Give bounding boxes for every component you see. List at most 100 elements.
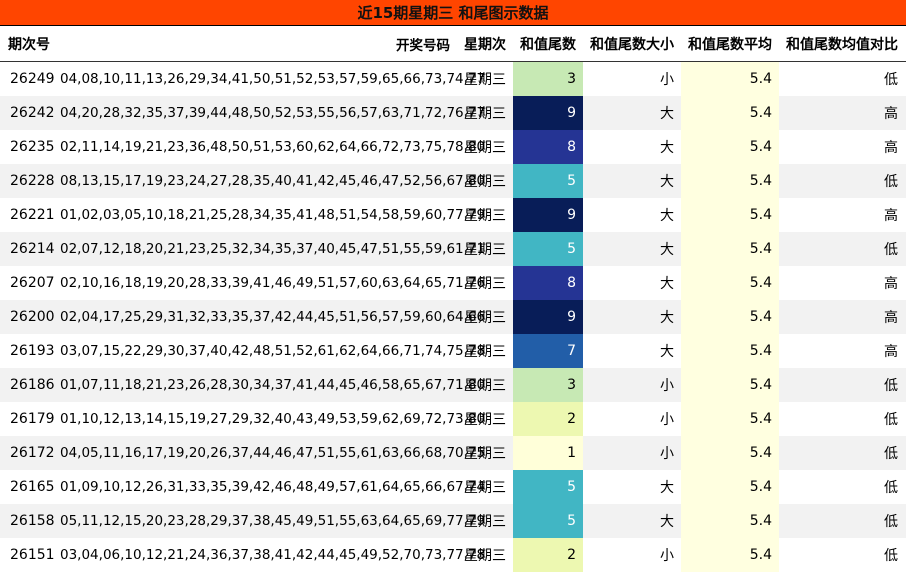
- cell-avg: 5.4: [681, 334, 779, 368]
- cell-numbers: 01,10,12,13,14,15,19,27,29,32,40,43,49,5…: [60, 411, 486, 427]
- table-row: 26207 02,10,16,18,19,20,28,33,39,41,46,49…: [0, 266, 906, 300]
- table-row: 26200 02,04,17,25,29,31,32,33,35,37,42,44…: [0, 300, 906, 334]
- cell-numbers: 04,20,28,32,35,37,39,44,48,50,52,53,55,5…: [60, 96, 485, 130]
- cell-issue: 26249: [10, 71, 55, 87]
- cell-compare: 高: [779, 96, 906, 130]
- cell-size: 大: [583, 300, 681, 334]
- cell-avg: 5.4: [681, 198, 779, 232]
- cell-avg: 5.4: [681, 436, 779, 470]
- cell-size: 大: [583, 164, 681, 198]
- cell-compare: 低: [779, 504, 906, 538]
- header-row: 期次号 开奖号码 星期次 和值尾数 和值尾数大小 和值尾数平均 和值尾数均值对比: [0, 26, 906, 62]
- cell-avg: 5.4: [681, 96, 779, 130]
- table-row: 26249 04,08,10,11,13,26,29,34,41,50,51,52…: [0, 61, 906, 96]
- header-tail: 和值尾数: [513, 26, 583, 62]
- cell-compare: 低: [884, 548, 898, 564]
- cell-tail: 9: [513, 300, 583, 334]
- cell-compare: 低: [779, 164, 906, 198]
- cell-avg: 5.4: [681, 402, 779, 436]
- cell-issue: 26214: [0, 232, 60, 266]
- cell-issue: 26200: [0, 300, 60, 334]
- cell-size: 大: [660, 344, 674, 360]
- table-row: 26221 01,02,03,05,10,18,21,25,28,34,35,41…: [0, 198, 906, 232]
- cell-tail: 5: [513, 164, 583, 198]
- cell-tail: 9: [513, 96, 583, 130]
- cell-compare: 低: [779, 232, 906, 266]
- cell-numbers: 02,04,17,25,29,31,32,33,35,37,42,44,45,5…: [60, 300, 485, 334]
- cell-numbers: 05,11,12,15,20,23,28,29,37,38,45,49,51,5…: [60, 504, 485, 538]
- cell-compare: 高: [779, 300, 906, 334]
- cell-issue: 26186: [0, 368, 60, 402]
- cell-weekday: 星期三: [464, 344, 506, 360]
- cell-compare: 低: [779, 368, 906, 402]
- table-row: 26158 05,11,12,15,20,23,28,29,37,38,45,49…: [0, 504, 906, 538]
- cell-weekday: 星期三: [457, 164, 513, 198]
- table-row: 26214 02,07,12,18,20,21,23,25,32,34,35,37…: [0, 232, 906, 266]
- cell-issue: 26193: [10, 343, 55, 359]
- cell-tail: 5: [513, 504, 583, 538]
- cell-size: 大: [583, 96, 681, 130]
- table-row: 26193 03,07,15,22,29,30,37,40,42,48,51,52…: [0, 334, 906, 368]
- cell-issue: 26235: [10, 139, 55, 155]
- header-weekday: 星期次: [457, 26, 513, 62]
- cell-tail: 3: [513, 61, 583, 96]
- table-row: 26179 01,10,12,13,14,15,19,27,29,32,40,43…: [0, 402, 906, 436]
- cell-avg: 5.4: [681, 266, 779, 300]
- cell-issue: 26207: [10, 275, 55, 291]
- cell-issue: 26158: [0, 504, 60, 538]
- header-numbers: 开奖号码: [60, 26, 457, 62]
- cell-weekday: 星期三: [464, 548, 506, 564]
- cell-compare: 低: [884, 480, 898, 496]
- cell-compare: 低: [779, 436, 906, 470]
- cell-size: 小: [583, 436, 681, 470]
- cell-avg: 5.4: [681, 164, 779, 198]
- cell-numbers: 04,08,10,11,13,26,29,34,41,50,51,52,53,5…: [60, 71, 486, 87]
- cell-avg: 5.4: [681, 504, 779, 538]
- cell-issue: 26172: [0, 436, 60, 470]
- cell-weekday: 星期三: [457, 368, 513, 402]
- cell-numbers: 02,11,14,19,21,23,36,48,50,51,53,60,62,6…: [60, 139, 486, 155]
- cell-tail: 7: [513, 334, 583, 368]
- cell-tail: 8: [513, 266, 583, 300]
- cell-issue: 26179: [10, 411, 55, 427]
- cell-tail: 9: [513, 198, 583, 232]
- cell-weekday: 星期三: [464, 72, 506, 88]
- cell-compare: 低: [884, 412, 898, 428]
- table-row: 26172 04,05,11,16,17,19,20,26,37,44,46,47…: [0, 436, 906, 470]
- cell-compare: 高: [884, 140, 898, 156]
- cell-issue: 26242: [0, 96, 60, 130]
- cell-compare: 高: [884, 276, 898, 292]
- cell-size: 大: [660, 276, 674, 292]
- cell-tail: 5: [513, 470, 583, 504]
- cell-size: 大: [660, 208, 674, 224]
- cell-numbers: 04,05,11,16,17,19,20,26,37,44,46,47,51,5…: [60, 436, 485, 470]
- cell-size: 小: [660, 548, 674, 564]
- cell-tail: 5: [513, 232, 583, 266]
- cell-numbers: 03,04,06,10,12,21,24,36,37,38,41,42,44,4…: [60, 547, 486, 563]
- cell-tail: 8: [513, 130, 583, 164]
- cell-issue: 26228: [0, 164, 60, 198]
- cell-size: 大: [583, 232, 681, 266]
- cell-weekday: 星期三: [464, 140, 506, 156]
- cell-numbers: 02,07,12,18,20,21,23,25,32,34,35,37,40,4…: [60, 232, 485, 266]
- header-size: 和值尾数大小: [583, 26, 681, 62]
- cell-issue: 26151: [10, 547, 55, 563]
- table-row: 26242 04,20,28,32,35,37,39,44,48,50,52,53…: [0, 96, 906, 130]
- cell-compare: 低: [884, 72, 898, 88]
- cell-numbers: 01,02,03,05,10,18,21,25,28,34,35,41,48,5…: [60, 207, 486, 223]
- cell-size: 大: [583, 504, 681, 538]
- table-row: 26151 03,04,06,10,12,21,24,36,37,38,41,42…: [0, 538, 906, 572]
- cell-weekday: 星期三: [457, 96, 513, 130]
- cell-avg: 5.4: [681, 232, 779, 266]
- table-row: 26235 02,11,14,19,21,23,36,48,50,51,53,60…: [0, 130, 906, 164]
- data-table: 期次号 开奖号码 星期次 和值尾数 和值尾数大小 和值尾数平均 和值尾数均值对比…: [0, 26, 906, 572]
- cell-avg: 5.4: [681, 61, 779, 96]
- cell-weekday: 星期三: [464, 480, 506, 496]
- cell-weekday: 星期三: [464, 208, 506, 224]
- cell-numbers: 03,07,15,22,29,30,37,40,42,48,51,52,61,6…: [60, 343, 486, 359]
- cell-compare: 高: [884, 208, 898, 224]
- cell-weekday: 星期三: [457, 300, 513, 334]
- header-issue: 期次号: [0, 26, 60, 62]
- header-compare: 和值尾数均值对比: [779, 26, 906, 62]
- header-avg: 和值尾数平均: [681, 26, 779, 62]
